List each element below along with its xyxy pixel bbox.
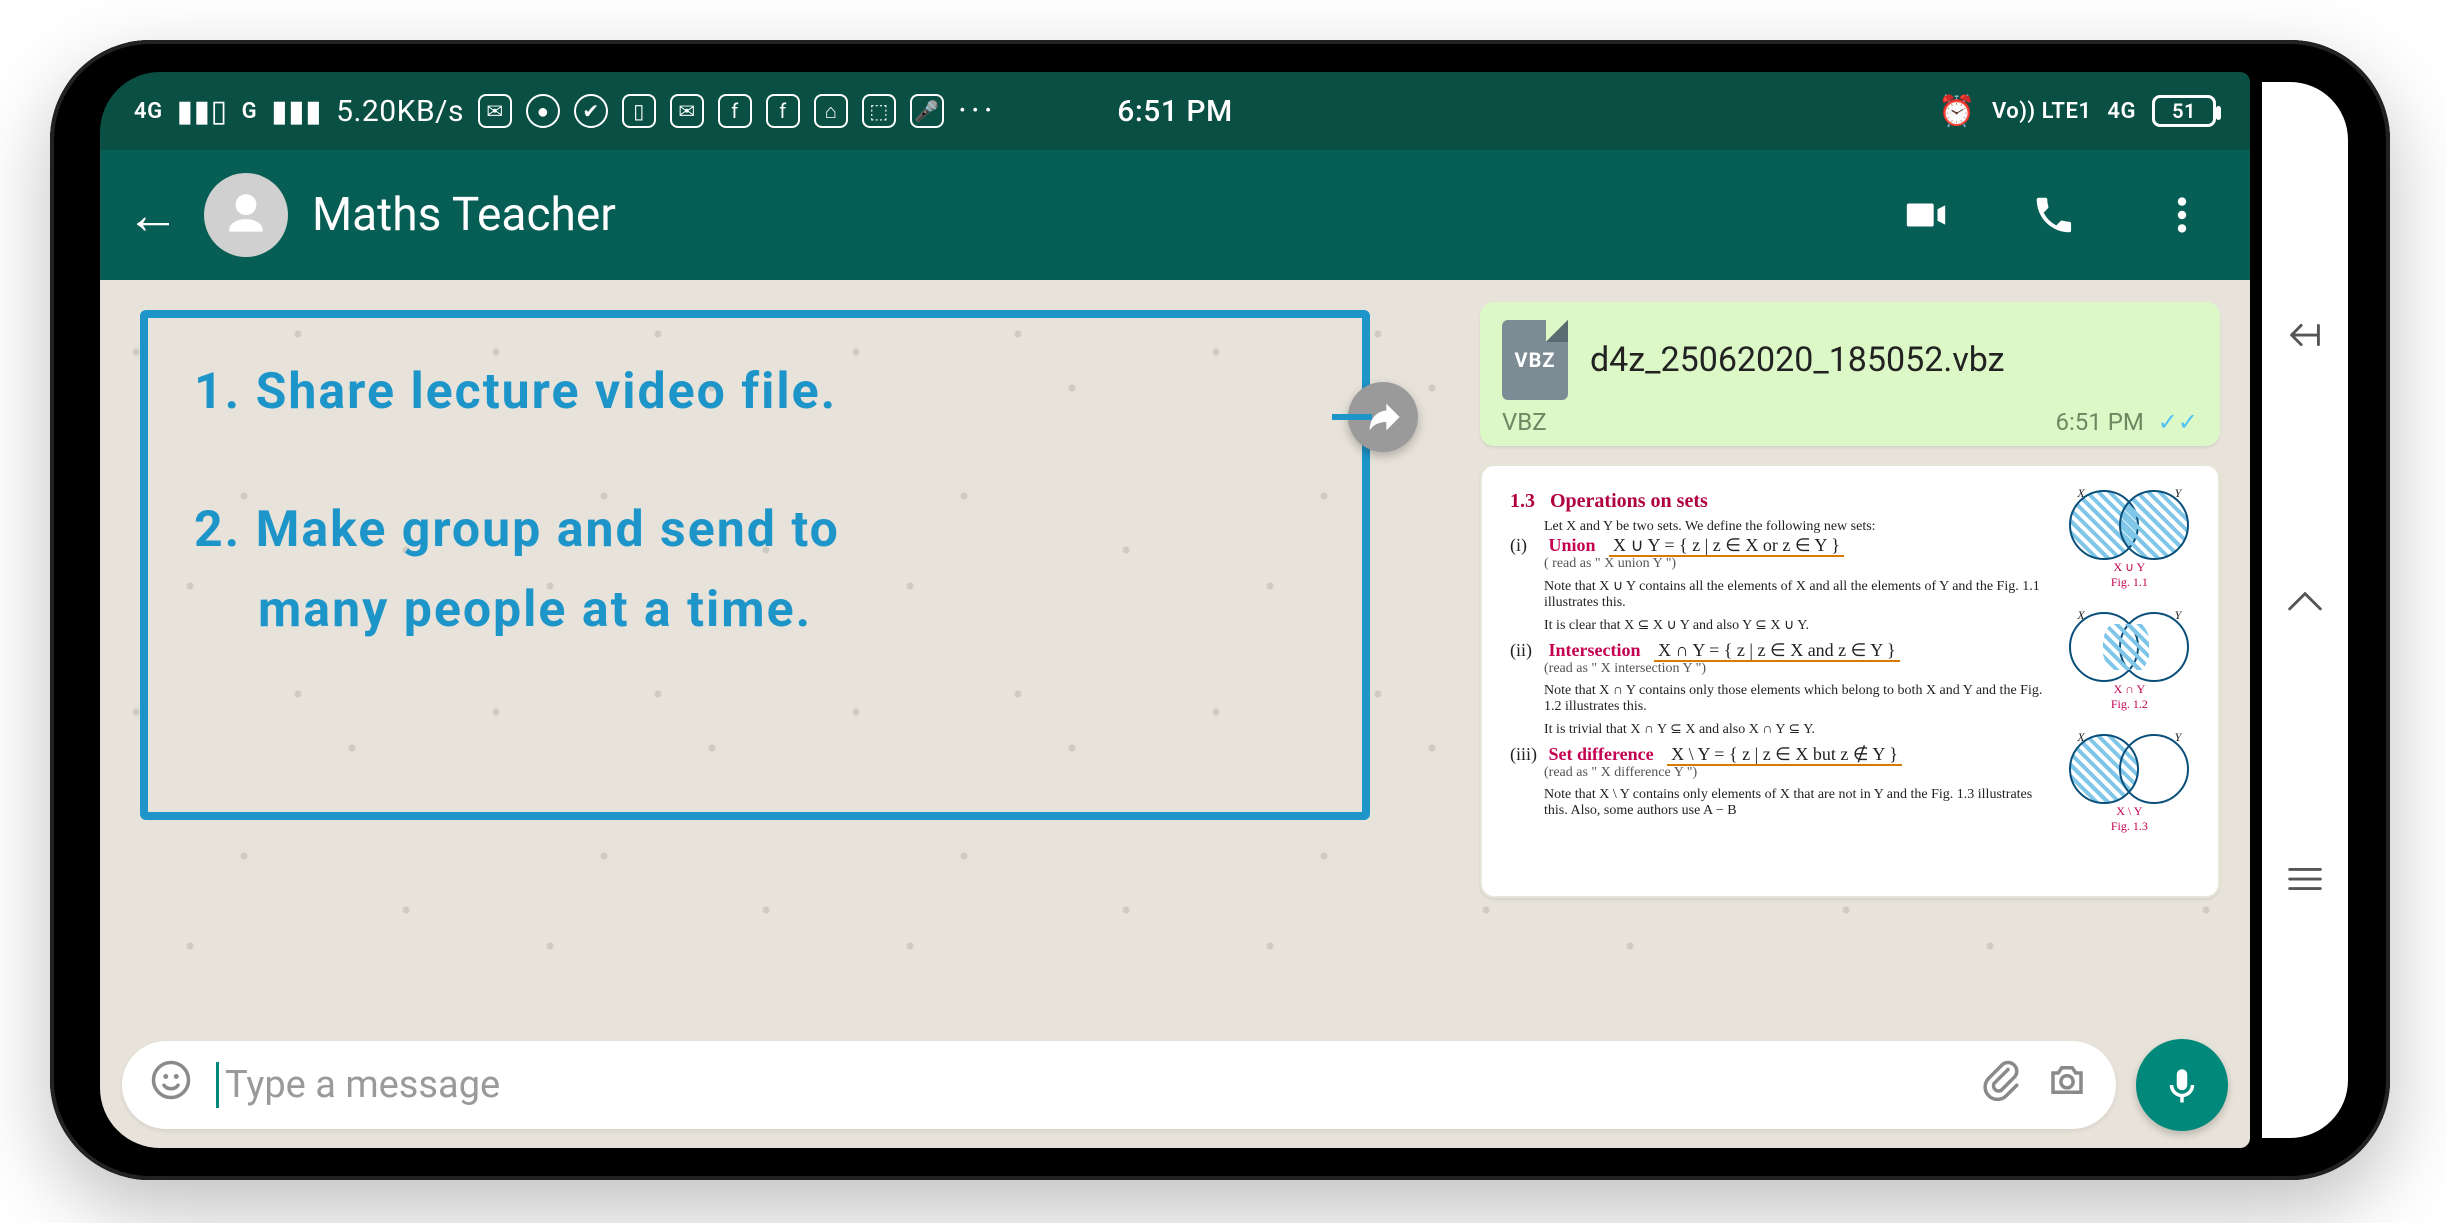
tb-iii-formula: X \ Y = { z | z ∈ X but z ∉ Y }: [1667, 744, 1902, 766]
venn-inter-fig: Fig. 1.2: [2111, 697, 2148, 711]
voice-call-button[interactable]: [2026, 187, 2082, 243]
tb-i-read: ( read as " X union Y "): [1544, 556, 2055, 572]
message-input-box[interactable]: Type a message: [122, 1041, 2116, 1129]
tb-i-note1: Note that X ∪ Y contains all the element…: [1544, 578, 2055, 611]
notif-inbox-icon: ⌂: [814, 94, 848, 128]
android-nav-strip: [2262, 82, 2348, 1138]
venn-diff-fig: Fig. 1.3: [2111, 819, 2148, 833]
notif-more-icon: ···: [958, 91, 997, 131]
callout-line-2b: many people at a time.: [194, 581, 812, 639]
venn-union-cap: X ∪ Y: [2114, 560, 2146, 574]
signal-g-icon: G: [242, 99, 258, 124]
callout-line-2a: 2. Make group and send to: [194, 501, 840, 559]
tb-ii-note1: Note that X ∩ Y contains only those elem…: [1544, 683, 2055, 715]
nav-back-button[interactable]: [2282, 312, 2328, 365]
notif-fb-icon-2: f: [766, 94, 800, 128]
alarm-icon: ⏰: [1938, 94, 1976, 129]
tb-ii-term: Intersection: [1549, 640, 1641, 660]
tb-intro: Let X and Y be two sets. We define the f…: [1544, 519, 2055, 535]
venn-diff-cap: X \ Y: [2116, 804, 2142, 818]
notif-check-icon: ✔: [574, 94, 608, 128]
nav-recents-button[interactable]: [2282, 856, 2328, 909]
chat-body[interactable]: 1. Share lecture video file. 2. Make gro…: [100, 280, 2250, 1030]
video-call-button[interactable]: [1898, 187, 1954, 243]
notif-phone-icon: ▯: [622, 94, 656, 128]
input-bar: Type a message: [100, 1030, 2250, 1148]
tb-iii-term: Set difference: [1549, 744, 1654, 764]
tb-section-no: 1.3: [1510, 490, 1535, 512]
notif-mail-icon: ✉: [478, 94, 512, 128]
status-time: 6:51 PM: [1117, 94, 1232, 129]
tb-iii-read: (read as " X difference Y "): [1544, 765, 2055, 781]
emoji-icon[interactable]: [150, 1059, 192, 1111]
back-button[interactable]: ←: [126, 184, 180, 247]
message-time: 6:51 PM: [2056, 408, 2144, 436]
notif-chat-icon: ●: [526, 94, 560, 128]
message-file-attachment[interactable]: VBZ d4z_25062020_185052.vbz VBZ 6:51 PM …: [1480, 302, 2220, 446]
battery-icon: 51: [2152, 95, 2216, 127]
volte-label: Vo)) LTE1: [1992, 99, 2091, 124]
read-ticks-icon: ✓✓: [2158, 408, 2198, 436]
venn-inter-cap: X ∩ Y: [2114, 682, 2146, 696]
signal-4g-icon: 4G: [134, 99, 163, 124]
textbook-page: 1.3 Operations on sets Let X and Y be tw…: [1492, 476, 2208, 886]
message-input[interactable]: Type a message: [216, 1062, 1956, 1108]
callout-line-1: 1. Share lecture video file.: [194, 352, 1316, 432]
venn-union-fig: Fig. 1.1: [2111, 575, 2148, 589]
tb-ii-idx: (ii): [1510, 640, 1544, 661]
nav-home-button[interactable]: [2282, 584, 2328, 637]
tb-i-formula: X ∪ Y = { z | z ∈ X or z ∈ Y }: [1609, 535, 1844, 557]
tb-i-idx: (i): [1510, 535, 1544, 556]
tb-ii-note2: It is trivial that X ∩ Y ⊆ X and also X …: [1544, 721, 2055, 738]
tb-section-title: Operations on sets: [1550, 490, 1708, 512]
mic-button[interactable]: [2136, 1039, 2228, 1131]
tb-i-term: Union: [1549, 535, 1596, 555]
notif-envelope-icon: ✉: [670, 94, 704, 128]
annotation-callout: 1. Share lecture video file. 2. Make gro…: [140, 310, 1370, 820]
message-image[interactable]: 1.3 Operations on sets Let X and Y be tw…: [1480, 464, 2220, 898]
camera-icon[interactable]: [2046, 1059, 2088, 1111]
chat-header: ← Maths Teacher: [100, 150, 2250, 280]
tb-iii-note1: Note that X \ Y contains only elements o…: [1544, 787, 2055, 819]
net-4g-label: 4G: [2107, 99, 2136, 124]
notif-bag-icon: ⬚: [862, 94, 896, 128]
file-ext-label: VBZ: [1502, 408, 1547, 436]
tb-ii-read: (read as " X intersection Y "): [1544, 661, 2055, 677]
venn-intersection-icon: X Y X ∩ Y Fig. 1.2: [2069, 612, 2189, 692]
signal-bars-icon-2: ▮▮▮: [271, 94, 322, 129]
attach-icon[interactable]: [1980, 1059, 2022, 1111]
tb-iii-idx: (iii): [1510, 744, 1544, 765]
more-menu-button[interactable]: [2154, 187, 2210, 243]
tb-ii-formula: X ∩ Y = { z | z ∈ X and z ∈ Y }: [1654, 640, 1900, 662]
contact-name[interactable]: Maths Teacher: [312, 188, 1826, 242]
contact-avatar[interactable]: [204, 173, 288, 257]
venn-difference-icon: X Y X \ Y Fig. 1.3: [2069, 734, 2189, 814]
tb-i-note2: It is clear that X ⊆ X ∪ Y and also Y ⊆ …: [1544, 617, 2055, 634]
venn-union-icon: X Y X ∪ Y Fig. 1.1: [2069, 490, 2189, 570]
notif-fb-icon: f: [718, 94, 752, 128]
file-name-label: d4z_25062020_185052.vbz: [1590, 340, 2005, 380]
status-bar: 4G ▮▮▯ G ▮▮▮ 5.20KB/s ✉ ● ✔ ▯ ✉ f f ⌂ ⬚ …: [100, 72, 2250, 150]
signal-bars-icon: ▮▮▯: [177, 94, 228, 129]
data-speed-label: 5.20KB/s: [336, 94, 464, 129]
file-type-icon: VBZ: [1502, 320, 1568, 400]
notif-mic-icon: 🎤: [910, 94, 944, 128]
